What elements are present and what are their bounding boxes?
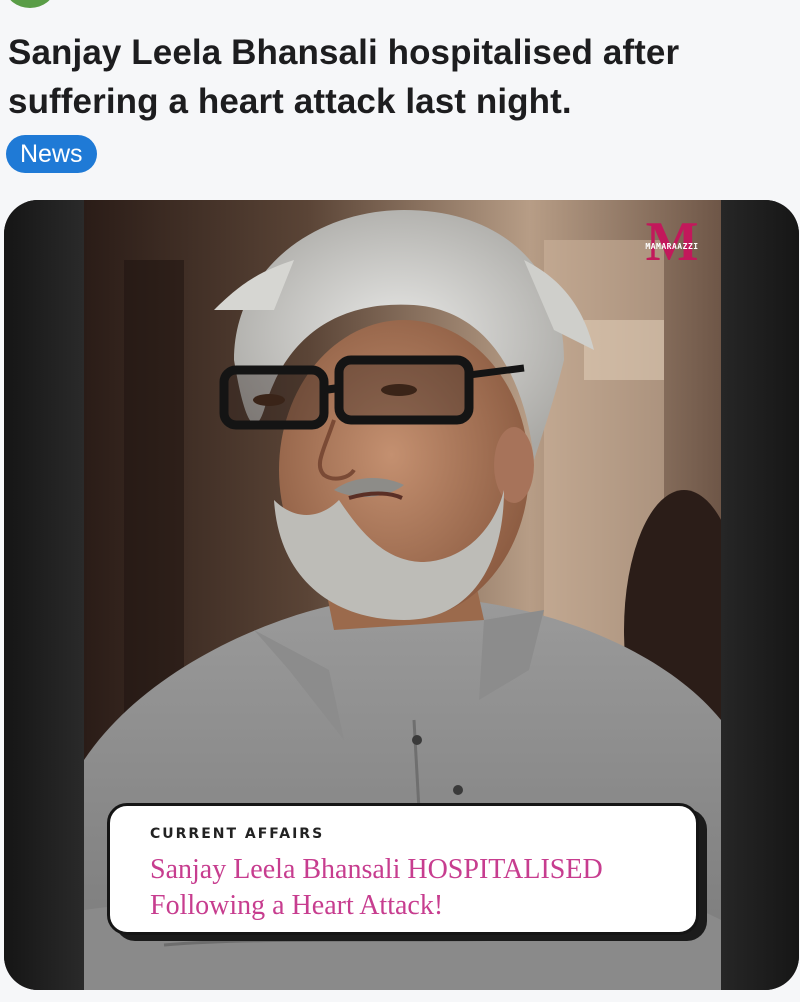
author-avatar[interactable]	[6, 0, 54, 8]
banner-kicker: CURRENT AFFAIRS	[150, 826, 325, 842]
news-banner: CURRENT AFFAIRS Sanjay Leela Bhansali HO…	[107, 803, 699, 935]
post-media-card[interactable]: M MAMARAAZZI CURRENT AFFAIRS Sanjay Leel…	[4, 200, 799, 990]
media-side-panel-right	[721, 200, 799, 990]
post-headline[interactable]: Sanjay Leela Bhansali hospitalised after…	[8, 28, 788, 126]
publisher-logo-text: MAMARAAZZI	[645, 242, 699, 251]
category-tag[interactable]: News	[6, 135, 97, 173]
publisher-logo: M MAMARAAZZI	[637, 211, 707, 273]
media-side-panel-left	[4, 200, 84, 990]
banner-title: Sanjay Leela Bhansali HOSPITALISED Follo…	[150, 854, 603, 921]
